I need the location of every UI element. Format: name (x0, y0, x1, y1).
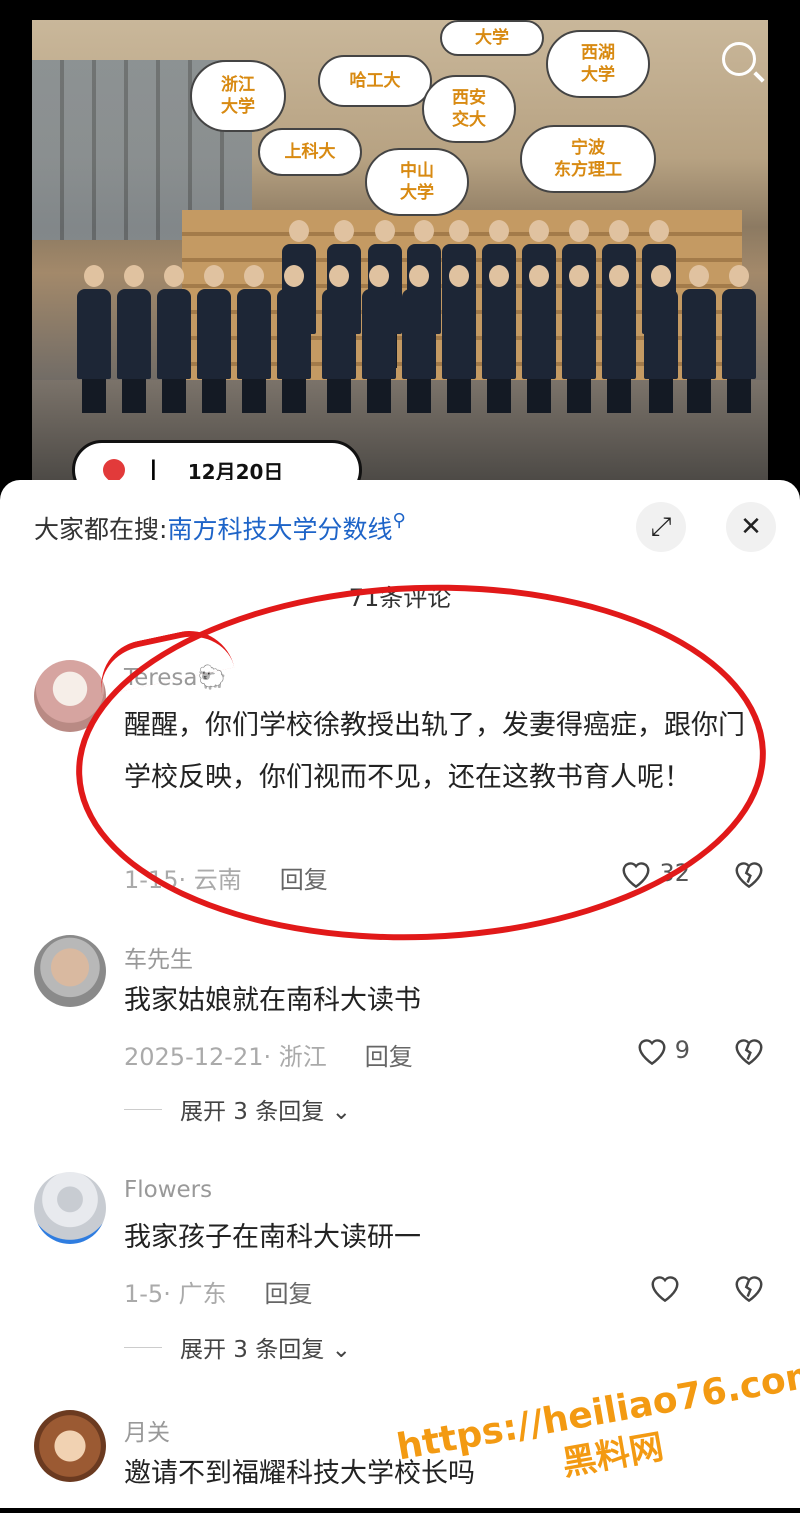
post-photo[interactable]: 浙江 大学 哈工大 西安 交大 西湖 大学 大学 上科大 中山 大学 宁波 东方… (0, 0, 800, 480)
thought-cloud: 西湖 大学 (546, 30, 650, 98)
person-figure (362, 265, 396, 415)
comment-username[interactable]: 月关 (124, 1413, 170, 1447)
person-figure (402, 265, 436, 415)
dislike-icon[interactable] (732, 1035, 766, 1065)
like-button[interactable] (648, 1272, 688, 1302)
close-icon[interactable]: ✕ (726, 502, 776, 552)
thought-cloud: 宁波 东方理工 (520, 125, 656, 193)
search-suggestion[interactable]: 大家都在搜:南方科技大学分数线⚲ (34, 510, 406, 546)
comment-username[interactable]: Flowers (124, 1177, 212, 1203)
person-figure (197, 265, 231, 415)
person-figure (522, 265, 556, 415)
like-button[interactable]: 9 (635, 1035, 690, 1065)
location-pill[interactable]: | 12月20日 (72, 440, 362, 480)
heart-icon (651, 1276, 679, 1302)
expand-replies-button[interactable]: 展开 3 条回复 ⌄ (124, 1092, 351, 1126)
person-figure (322, 265, 356, 415)
avatar[interactable] (34, 1172, 106, 1244)
thought-cloud: 中山 大学 (365, 148, 469, 216)
person-figure (237, 265, 271, 415)
thought-cloud: 西安 交大 (422, 75, 516, 143)
avatar[interactable] (34, 1410, 106, 1482)
person-figure (722, 265, 756, 415)
search-icon[interactable] (722, 42, 756, 76)
thought-cloud: 哈工大 (318, 55, 432, 107)
comment-username[interactable]: 车先生 (124, 940, 193, 974)
person-figure (602, 265, 636, 415)
person-figure (277, 265, 311, 415)
comment-meta: 1-5· 广东 回复 (124, 1280, 313, 1308)
person-figure (482, 265, 516, 415)
person-figure (682, 265, 716, 415)
dislike-icon[interactable] (732, 1272, 766, 1302)
person-figure (117, 265, 151, 415)
thought-cloud: 上科大 (258, 128, 362, 176)
expand-icon[interactable]: ⤢ (636, 502, 686, 552)
search-small-icon: ⚲ (392, 510, 406, 531)
photo-date: 12月20日 (187, 459, 284, 481)
location-pin-icon (98, 454, 130, 480)
person-figure (644, 265, 678, 415)
search-keyword-link[interactable]: 南方科技大学分数线 (167, 515, 392, 544)
person-figure (157, 265, 191, 415)
person-figure (562, 265, 596, 415)
thought-cloud: 浙江 大学 (190, 60, 286, 132)
person-figure (442, 265, 476, 415)
reply-button[interactable]: 回复 (365, 1043, 413, 1071)
comment-text: 我家孩子在南科大读研一 (124, 1222, 421, 1253)
avatar[interactable] (34, 935, 106, 1007)
comment-meta: 2025-12-21· 浙江 回复 (124, 1043, 413, 1071)
comment-text: 我家姑娘就在南科大读书 (124, 985, 421, 1016)
dislike-icon[interactable] (732, 858, 766, 888)
person-figure (77, 265, 111, 415)
thought-cloud: 大学 (440, 20, 544, 56)
reply-button[interactable]: 回复 (264, 1280, 312, 1308)
expand-replies-button[interactable]: 展开 3 条回复 ⌄ (124, 1330, 351, 1364)
heart-icon (638, 1039, 666, 1065)
